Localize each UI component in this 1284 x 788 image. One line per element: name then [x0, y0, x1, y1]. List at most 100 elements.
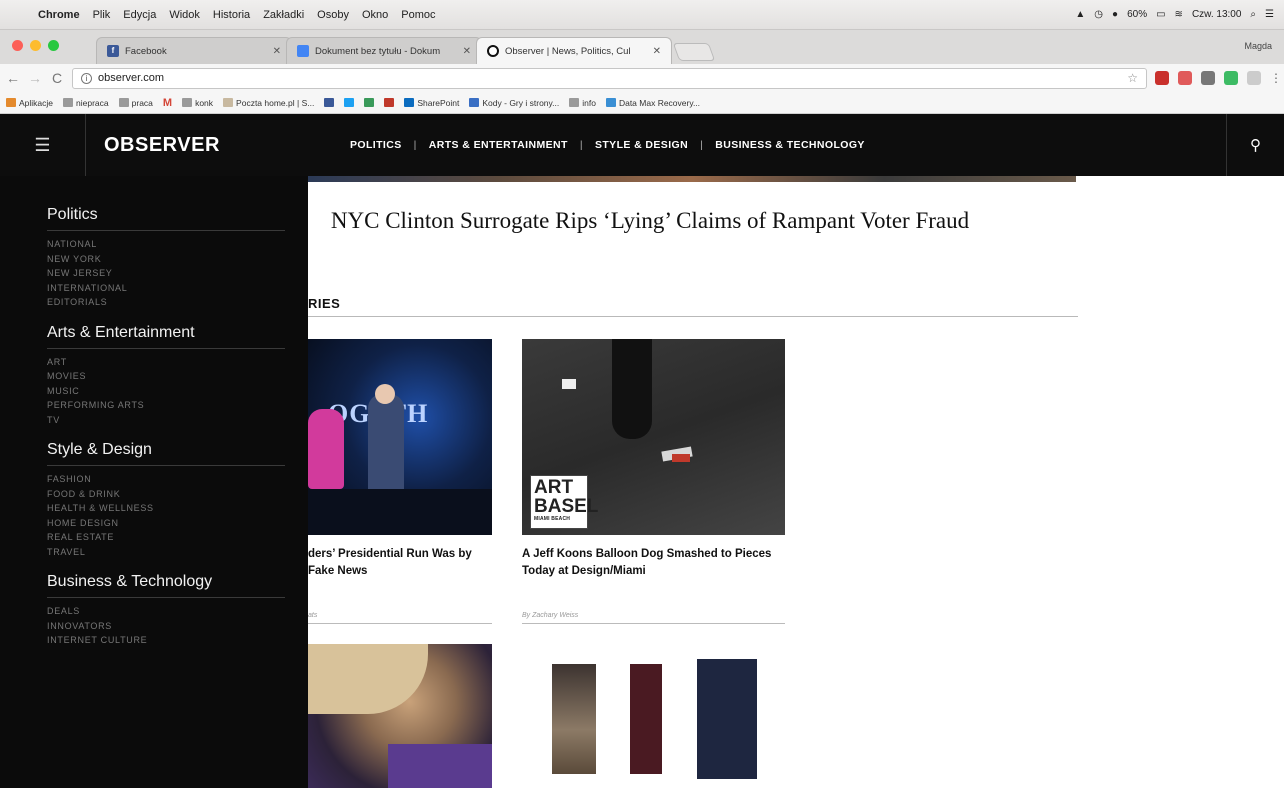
close-tab-icon[interactable]: ✕: [273, 46, 281, 57]
bookmark-datamax[interactable]: Data Max Recovery...: [605, 98, 700, 108]
article-image[interactable]: [308, 644, 492, 788]
close-window-button[interactable]: [12, 40, 23, 51]
back-icon[interactable]: ←: [6, 70, 20, 86]
menu-chrome[interactable]: Chrome: [38, 9, 80, 21]
nav-business-technology[interactable]: BUSINESS & TECHNOLOGY: [715, 139, 865, 151]
menu-widok[interactable]: Widok: [169, 9, 200, 21]
menu-edycja[interactable]: Edycja: [123, 9, 156, 21]
menu-okno[interactable]: Okno: [362, 9, 388, 21]
wifi-icon[interactable]: ≋: [1175, 9, 1183, 20]
menu-pomoc[interactable]: Pomoc: [401, 9, 435, 21]
profile-name[interactable]: Magda: [1244, 41, 1272, 51]
extension-icon[interactable]: [1201, 71, 1215, 85]
notification-center-icon[interactable]: ☰: [1265, 9, 1274, 20]
clock[interactable]: Czw. 13:00: [1192, 9, 1241, 20]
site-icon: [364, 98, 375, 107]
zoom-window-button[interactable]: [48, 40, 59, 51]
drive-icon[interactable]: ▲: [1075, 9, 1085, 20]
menu-historia[interactable]: Historia: [213, 9, 250, 21]
drawer-link[interactable]: FOOD & DRINK: [47, 487, 308, 502]
bookmark-info[interactable]: info: [569, 98, 596, 108]
article-byline[interactable]: By Zachary Weiss: [522, 612, 578, 619]
extension-icon[interactable]: [1155, 71, 1169, 85]
close-tab-icon[interactable]: ✕: [653, 46, 661, 57]
extension-icon[interactable]: [1178, 71, 1192, 85]
article-title[interactable]: A Jeff Koons Balloon Dog Smashed to Piec…: [522, 546, 792, 580]
drawer-link[interactable]: FASHION: [47, 472, 308, 487]
tab-facebook[interactable]: f Facebook ✕: [96, 37, 292, 64]
menu-osoby[interactable]: Osoby: [317, 9, 349, 21]
bookmark-apps[interactable]: Aplikacje: [6, 98, 53, 108]
bookmark-site[interactable]: [364, 98, 375, 107]
search-icon[interactable]: ⚲: [1226, 114, 1284, 176]
drawer-link[interactable]: TRAVEL: [47, 545, 308, 560]
bookmark-poczta[interactable]: Poczta home.pl | S...: [223, 98, 314, 108]
new-tab-button[interactable]: [672, 43, 716, 61]
time-machine-icon[interactable]: ◷: [1094, 9, 1103, 20]
article-byline[interactable]: ats: [308, 612, 317, 619]
bookmark-label: praca: [131, 97, 153, 108]
battery-percent[interactable]: 60%: [1127, 9, 1147, 20]
chrome-menu-icon[interactable]: ⋮: [1270, 71, 1282, 85]
bookmark-folder[interactable]: nieprаca: [63, 98, 109, 108]
drawer-link[interactable]: HEALTH & WELLNESS: [47, 501, 308, 516]
info-icon[interactable]: i: [81, 72, 92, 84]
url-text[interactable]: observer.com: [98, 72, 164, 84]
bookmark-folder[interactable]: konk: [182, 98, 213, 108]
forward-icon[interactable]: →: [28, 70, 42, 86]
tab-docs[interactable]: Dokument bez tytułu - Dokum ✕: [286, 37, 482, 64]
drawer-category-business[interactable]: Business & Technology: [47, 573, 308, 591]
hero-headline[interactable]: NYC Clinton Surrogate Rips ‘Lying’ Claim…: [308, 206, 992, 236]
article-image[interactable]: [522, 644, 785, 788]
article-title[interactable]: ders’ Presidential Run Was by Fake News: [308, 546, 498, 580]
reload-icon[interactable]: C: [50, 70, 64, 86]
bookmark-star-icon[interactable]: ☆: [1127, 71, 1138, 85]
folder-icon: [63, 98, 74, 107]
spotlight-icon[interactable]: ⌕: [1250, 9, 1256, 20]
drawer-link[interactable]: DEALS: [47, 604, 308, 619]
drawer-link[interactable]: REAL ESTATE: [47, 530, 308, 545]
sync-icon[interactable]: ●: [1112, 9, 1118, 20]
hamburger-menu-icon[interactable]: ☰: [0, 114, 86, 176]
site-logo[interactable]: OBSERVER: [86, 134, 308, 157]
bookmark-twitter[interactable]: [344, 98, 355, 107]
drawer-link[interactable]: EDITORIALS: [47, 295, 308, 310]
hero-image[interactable]: [308, 176, 1076, 182]
nav-arts-entertainment[interactable]: ARTS & ENTERTAINMENT: [429, 139, 568, 151]
drawer-category-arts[interactable]: Arts & Entertainment: [47, 324, 308, 342]
drawer-link[interactable]: ART: [47, 355, 308, 370]
nav-politics[interactable]: POLITICS: [350, 139, 402, 151]
drawer-link[interactable]: TV: [47, 413, 308, 428]
drawer-link[interactable]: NEW JERSEY: [47, 266, 308, 281]
extension-icon[interactable]: [1224, 71, 1238, 85]
nav-style-design[interactable]: STYLE & DESIGN: [595, 139, 688, 151]
drawer-category-politics[interactable]: Politics: [47, 206, 308, 224]
tab-observer[interactable]: Observer | News, Politics, Cul ✕: [476, 37, 672, 64]
close-tab-icon[interactable]: ✕: [463, 46, 471, 57]
address-bar[interactable]: i observer.com ☆: [72, 67, 1147, 89]
drawer-link[interactable]: NATIONAL: [47, 237, 308, 252]
battery-icon[interactable]: ▭: [1156, 9, 1165, 20]
bookmark-folder[interactable]: praca: [118, 97, 153, 108]
bookmark-site[interactable]: [384, 98, 395, 107]
drawer-link[interactable]: MUSIC: [47, 384, 308, 399]
menu-zakladki[interactable]: Zakładki: [263, 9, 304, 21]
bookmark-gmail[interactable]: M: [163, 97, 172, 109]
drawer-category-style[interactable]: Style & Design: [47, 441, 308, 459]
extension-icon[interactable]: [1247, 71, 1261, 85]
drawer-link[interactable]: HOME DESIGN: [47, 516, 308, 531]
article-image[interactable]: ART BASEL MIAMI BEACH: [522, 339, 785, 535]
drawer-link[interactable]: PERFORMING ARTS: [47, 398, 308, 413]
drawer-link[interactable]: INTERNATIONAL: [47, 281, 308, 296]
article-image[interactable]: OGETH: [308, 339, 492, 535]
bookmark-facebook[interactable]: [324, 98, 335, 107]
drawer-link[interactable]: NEW YORK: [47, 252, 308, 267]
drawer-link[interactable]: MOVIES: [47, 369, 308, 384]
bookmark-kody[interactable]: Kody - Gry i strony...: [469, 98, 559, 108]
drawer-link[interactable]: INTERNET CULTURE: [47, 633, 308, 648]
minimize-window-button[interactable]: [30, 40, 41, 51]
poster-text: OGETH: [328, 399, 492, 435]
menu-plik[interactable]: Plik: [93, 9, 111, 21]
drawer-link[interactable]: INNOVATORS: [47, 619, 308, 634]
bookmark-sharepoint[interactable]: SharePoint: [404, 98, 459, 108]
